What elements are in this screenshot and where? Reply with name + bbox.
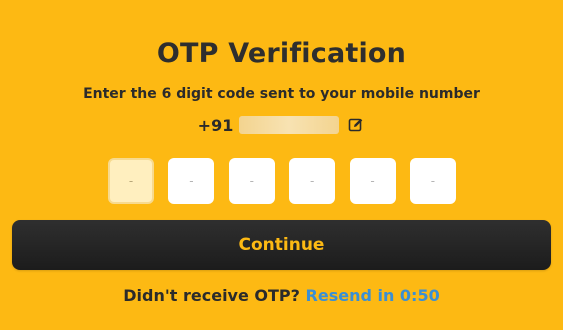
country-code: +91 <box>197 115 234 135</box>
resend-otp-link[interactable]: Resend in 0:50 <box>306 286 440 305</box>
otp-digit-5[interactable]: - <box>349 158 396 204</box>
otp-input-group: - - - - - - <box>108 158 456 204</box>
otp-digit-1[interactable]: - <box>108 158 154 204</box>
page-subtitle: Enter the 6 digit code sent to your mobi… <box>83 86 480 102</box>
otp-digit-6[interactable]: - <box>409 158 456 204</box>
otp-digit-3[interactable]: - <box>228 158 275 204</box>
resend-row: Didn't receive OTP? Resend in 0:50 <box>0 286 563 305</box>
otp-digit-4[interactable]: - <box>289 158 336 204</box>
otp-digit-2[interactable]: - <box>168 158 215 204</box>
phone-number-row: +91 <box>0 114 563 136</box>
continue-button[interactable]: Continue <box>12 220 551 270</box>
edit-pencil-icon-svg <box>349 118 363 132</box>
resend-prompt: Didn't receive OTP? <box>123 286 300 305</box>
page-title: OTP Verification <box>156 38 407 69</box>
masked-phone-number <box>239 116 340 134</box>
edit-pencil-icon[interactable] <box>347 116 365 134</box>
